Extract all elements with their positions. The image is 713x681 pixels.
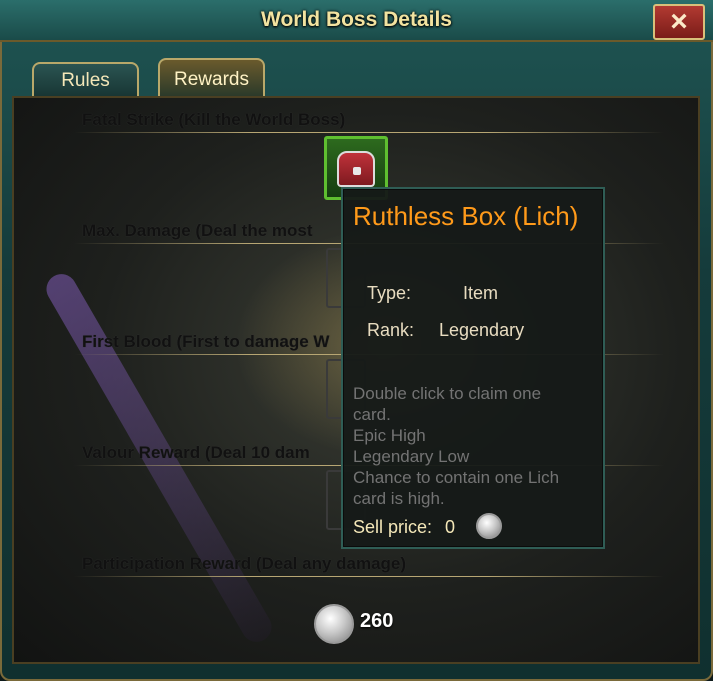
divider	[74, 576, 664, 577]
title-bar: World Boss Details ×	[0, 0, 713, 42]
description-line: card is high.	[353, 489, 445, 508]
tooltip-sell-price: Sell price: 0	[353, 517, 455, 538]
description-line: Chance to contain one Lich	[353, 468, 560, 487]
description-line: card.	[353, 405, 391, 424]
description-line: Legendary Low	[353, 447, 470, 466]
section-fatal-strike: Fatal Strike (Kill the World Boss)	[82, 110, 346, 129]
window-title: World Boss Details	[261, 8, 452, 31]
sell-price-value: 0	[445, 517, 456, 537]
participation-reward-amount: 260	[360, 610, 394, 632]
silver-coin-icon	[314, 604, 354, 644]
close-button[interactable]: ×	[653, 4, 705, 40]
section-first-blood: First Blood (First to damage W	[82, 332, 330, 351]
description-line: Epic High	[353, 426, 426, 445]
silver-coin-icon	[476, 513, 502, 539]
tooltip-title: Ruthless Box (Lich)	[353, 201, 579, 231]
item-tooltip: Ruthless Box (Lich) Type: Item Rank: Leg…	[341, 187, 605, 549]
description-line: Double click to claim one	[353, 384, 542, 403]
tooltip-type-value: Item	[463, 283, 499, 303]
tab-rewards[interactable]: Rewards	[158, 58, 265, 96]
chest-icon	[337, 151, 375, 187]
tooltip-type-label: Type:	[367, 283, 412, 303]
sell-price-label: Sell price:	[353, 517, 433, 537]
section-participation-reward: Participation Reward (Deal any damage)	[82, 554, 407, 573]
tab-rules[interactable]: Rules	[32, 62, 139, 96]
section-valour-reward: Valour Reward (Deal 10 dam	[82, 443, 310, 462]
divider	[74, 132, 664, 133]
tooltip-description: Double click to claim one card. Epic Hig…	[353, 383, 593, 509]
tooltip-rank-value: Legendary	[439, 320, 525, 340]
close-icon: ×	[670, 5, 688, 38]
tooltip-rank-label: Rank:	[367, 320, 415, 340]
section-max-damage: Max. Damage (Deal the most	[82, 221, 313, 240]
